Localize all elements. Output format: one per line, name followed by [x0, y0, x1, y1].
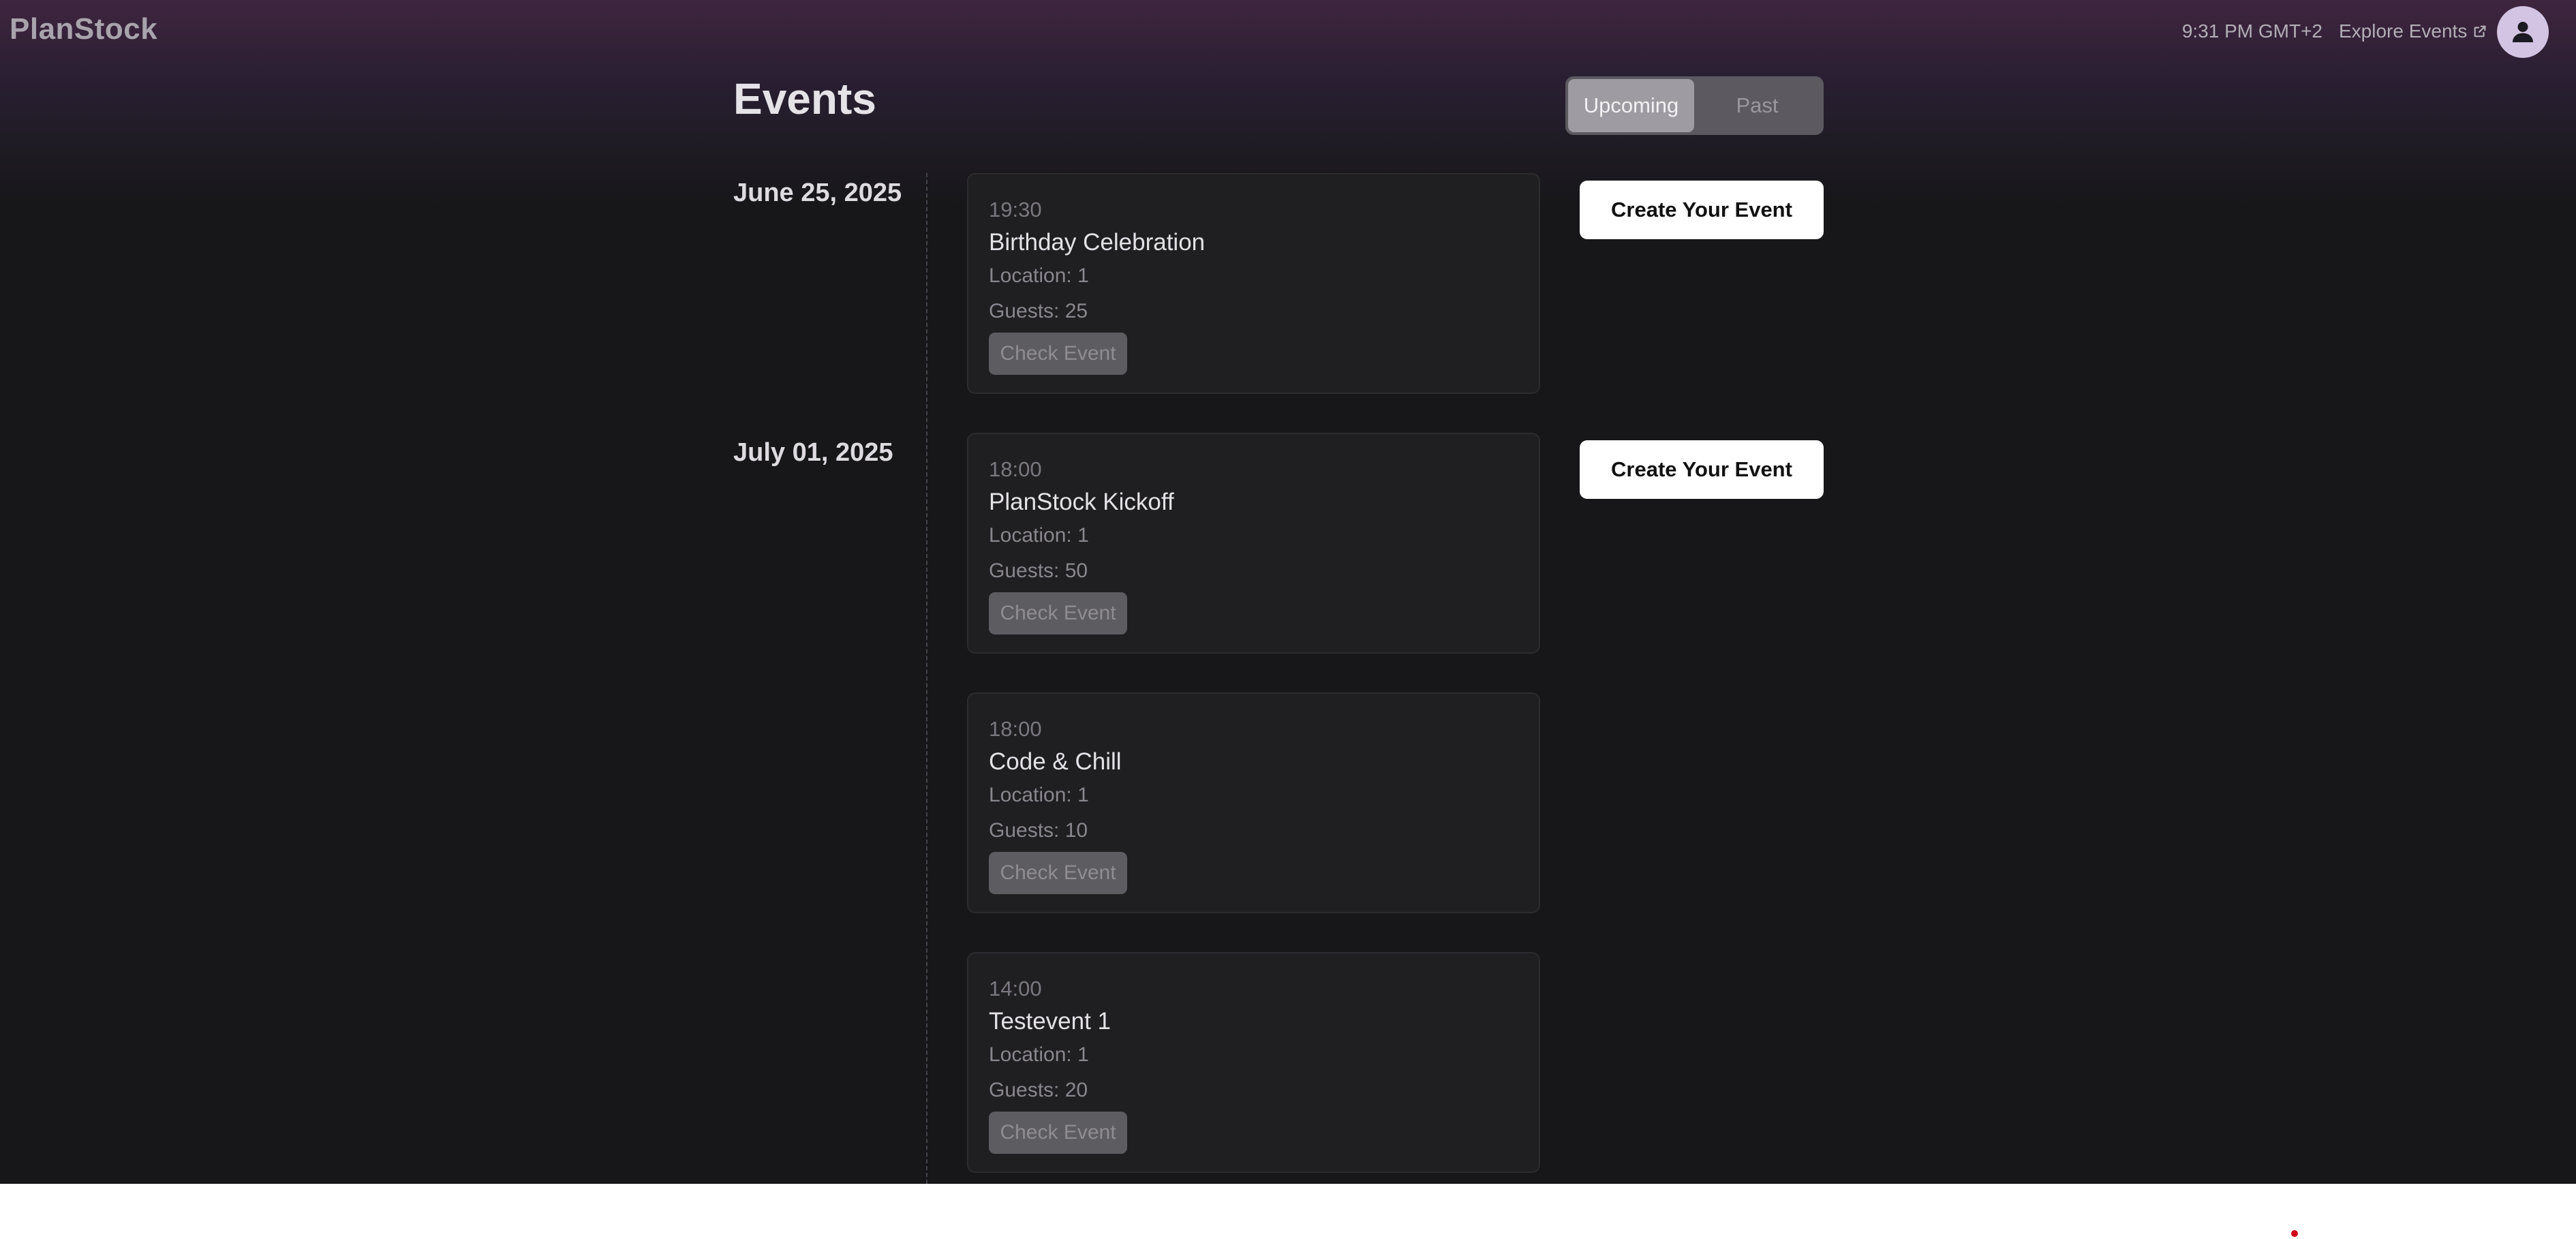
date-heading: June 25, 2025 [733, 179, 902, 207]
tab-past[interactable]: Past [1694, 79, 1820, 132]
event-guests: Guests: 10 [989, 819, 1088, 842]
page-title: Events [733, 74, 876, 123]
event-filter-toggle: Upcoming Past [1565, 76, 1824, 135]
create-event-button[interactable]: Create Your Event [1580, 181, 1824, 239]
event-guests: Guests: 50 [989, 560, 1088, 582]
event-time: 18:00 [989, 457, 1042, 481]
current-time: 9:31 PM GMT+2 [2181, 20, 2322, 42]
event-title: Birthday Celebration [989, 229, 1206, 256]
date-heading: July 01, 2025 [733, 438, 893, 467]
app-window: PlanStock 9:31 PM GMT+2 Explore Events E… [0, 0, 2576, 1184]
tab-upcoming[interactable]: Upcoming [1568, 79, 1694, 132]
event-location: Location: 1 [989, 784, 1089, 806]
event-guests: Guests: 25 [989, 300, 1088, 322]
event-location: Location: 1 [989, 1043, 1089, 1066]
event-card: 18:00 PlanStock Kickoff Location: 1 Gues… [967, 433, 1540, 654]
event-card: 14:00 Testevent 1 Location: 1 Guests: 20… [967, 952, 1540, 1173]
event-time: 19:30 [989, 198, 1042, 221]
external-link-icon [2474, 25, 2486, 37]
check-event-button[interactable]: Check Event [989, 333, 1127, 375]
create-event-button[interactable]: Create Your Event [1580, 440, 1824, 499]
event-time: 18:00 [989, 717, 1042, 741]
brand-logo[interactable]: PlanStock [10, 12, 157, 46]
event-time: 14:00 [989, 977, 1042, 1000]
bottom-panel [0, 1184, 2576, 1239]
timeline-divider [926, 173, 927, 1184]
user-avatar[interactable] [2497, 6, 2549, 58]
check-event-button[interactable]: Check Event [989, 1112, 1127, 1154]
event-title: Code & Chill [989, 748, 1122, 775]
event-location: Location: 1 [989, 264, 1089, 287]
check-event-button[interactable]: Check Event [989, 592, 1127, 634]
user-icon [2513, 22, 2533, 42]
explore-events-link[interactable]: Explore Events [2339, 20, 2487, 42]
event-guests: Guests: 20 [989, 1079, 1088, 1101]
event-card: 19:30 Birthday Celebration Location: 1 G… [967, 173, 1540, 394]
event-title: Testevent 1 [989, 1008, 1111, 1035]
event-title: PlanStock Kickoff [989, 489, 1174, 515]
explore-events-label: Explore Events [2339, 20, 2468, 42]
event-location: Location: 1 [989, 524, 1089, 547]
event-card: 18:00 Code & Chill Location: 1 Guests: 1… [967, 692, 1540, 913]
check-event-button[interactable]: Check Event [989, 852, 1127, 894]
notification-dot [2291, 1230, 2298, 1237]
